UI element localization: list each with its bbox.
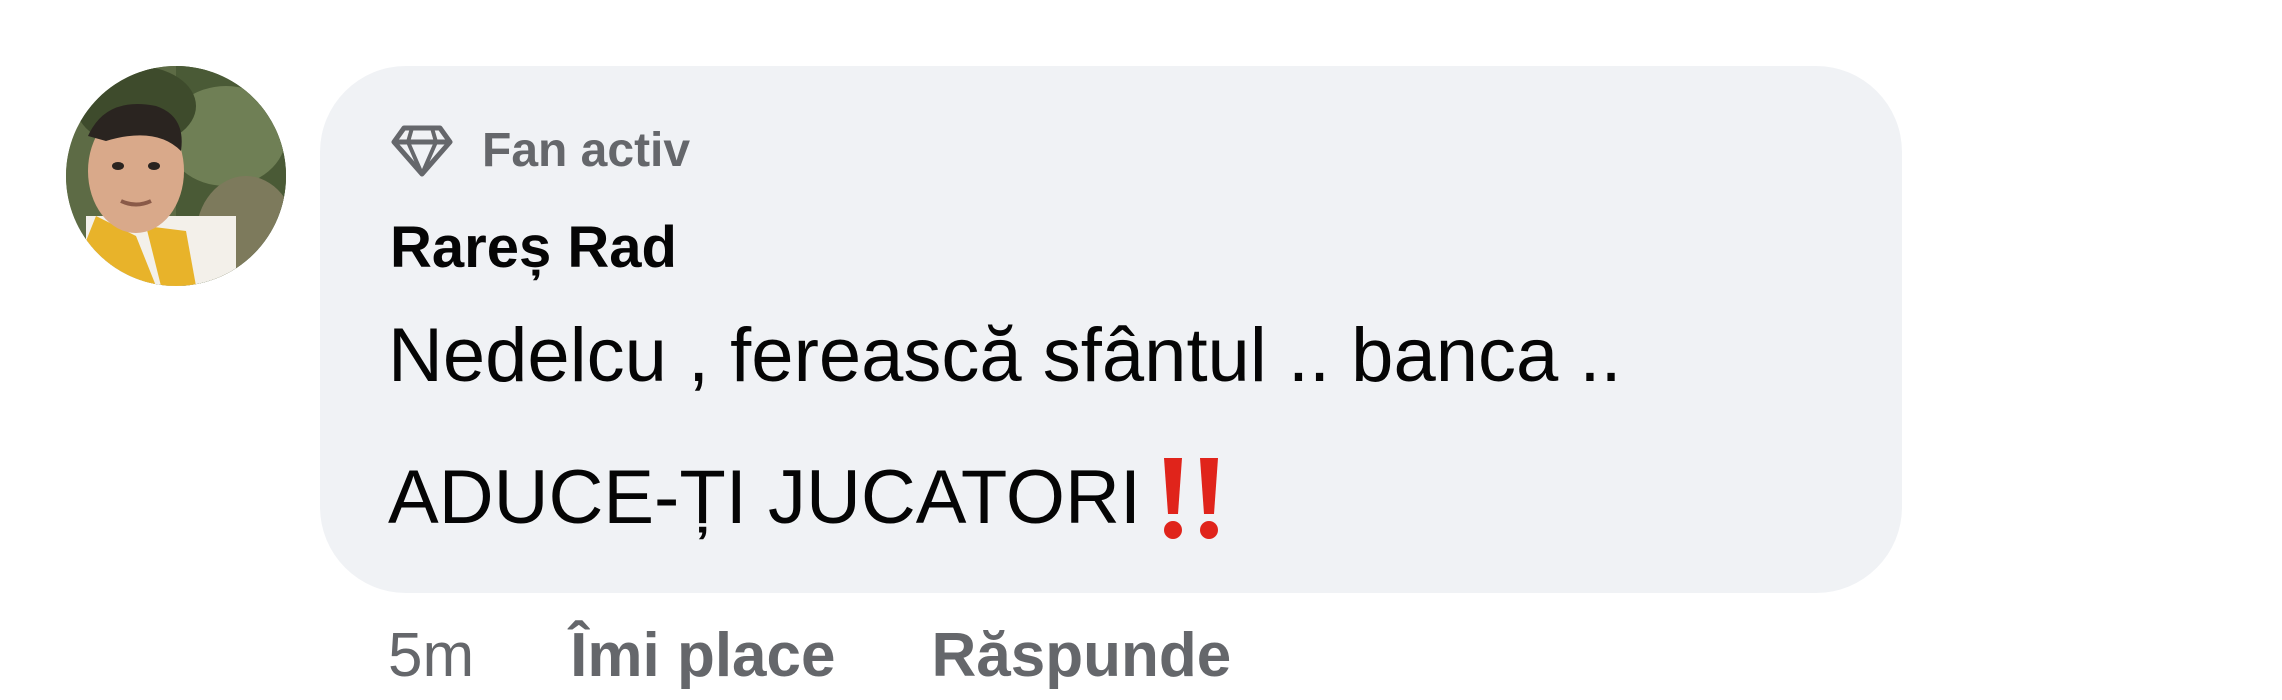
avatar[interactable] (66, 66, 286, 286)
comment-timestamp: 5m (388, 621, 475, 690)
avatar-photo (66, 66, 286, 286)
exclamation-mark-2 (1200, 457, 1218, 539)
comment-text-line-2: ADUCE-ȚI JUCATORI (388, 454, 1221, 541)
comment-actions: 5m Îmi place Răspunde (388, 620, 1327, 691)
diamond-icon (390, 118, 454, 182)
author-name[interactable]: Rareș Rad (390, 214, 677, 281)
comment-text-line-1: Nedelcu , ferească sfântul .. banca .. (388, 313, 1622, 398)
comment-bubble: Fan activ Rareș Rad Nedelcu , ferească s… (320, 66, 1902, 593)
reply-button[interactable]: Răspunde (932, 620, 1232, 691)
double-exclamation-icon (1161, 456, 1221, 540)
comment: Fan activ Rareș Rad Nedelcu , ferească s… (0, 0, 2282, 700)
badge-label: Fan activ (482, 123, 691, 177)
comment-text-line-2-text: ADUCE-ȚI JUCATORI (388, 455, 1141, 540)
exclamation-mark-1 (1164, 457, 1182, 539)
like-button[interactable]: Îmi place (570, 620, 835, 691)
fan-badge[interactable]: Fan activ (390, 118, 690, 182)
